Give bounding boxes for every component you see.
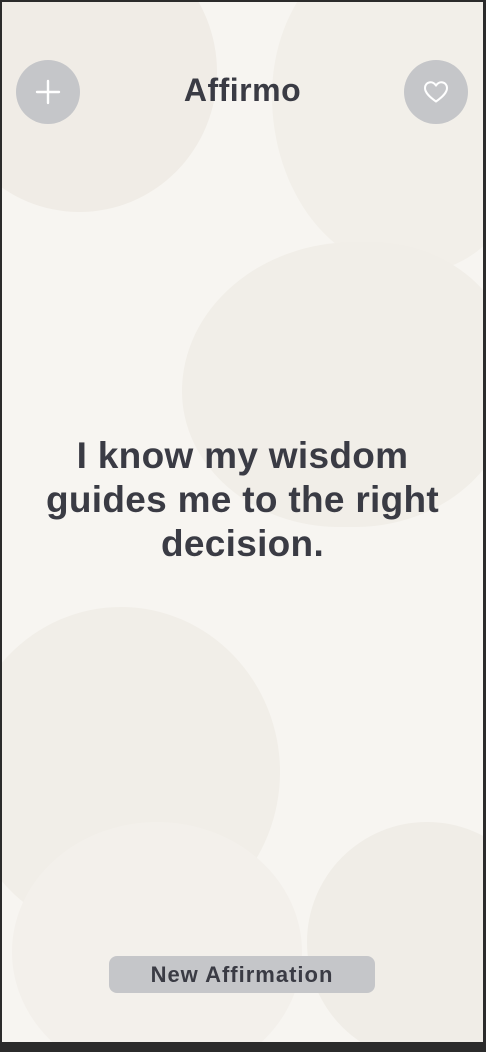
affirmation-text: I know my wisdom guides me to the right … bbox=[45, 435, 440, 564]
background-blob bbox=[272, 2, 483, 272]
favorites-button[interactable] bbox=[404, 60, 468, 124]
app-screen: Affirmo I know my wisdom guides me to th… bbox=[2, 2, 483, 1042]
heart-icon bbox=[424, 81, 448, 103]
new-affirmation-button[interactable]: New Affirmation bbox=[109, 956, 375, 993]
background-blob bbox=[307, 822, 483, 1042]
